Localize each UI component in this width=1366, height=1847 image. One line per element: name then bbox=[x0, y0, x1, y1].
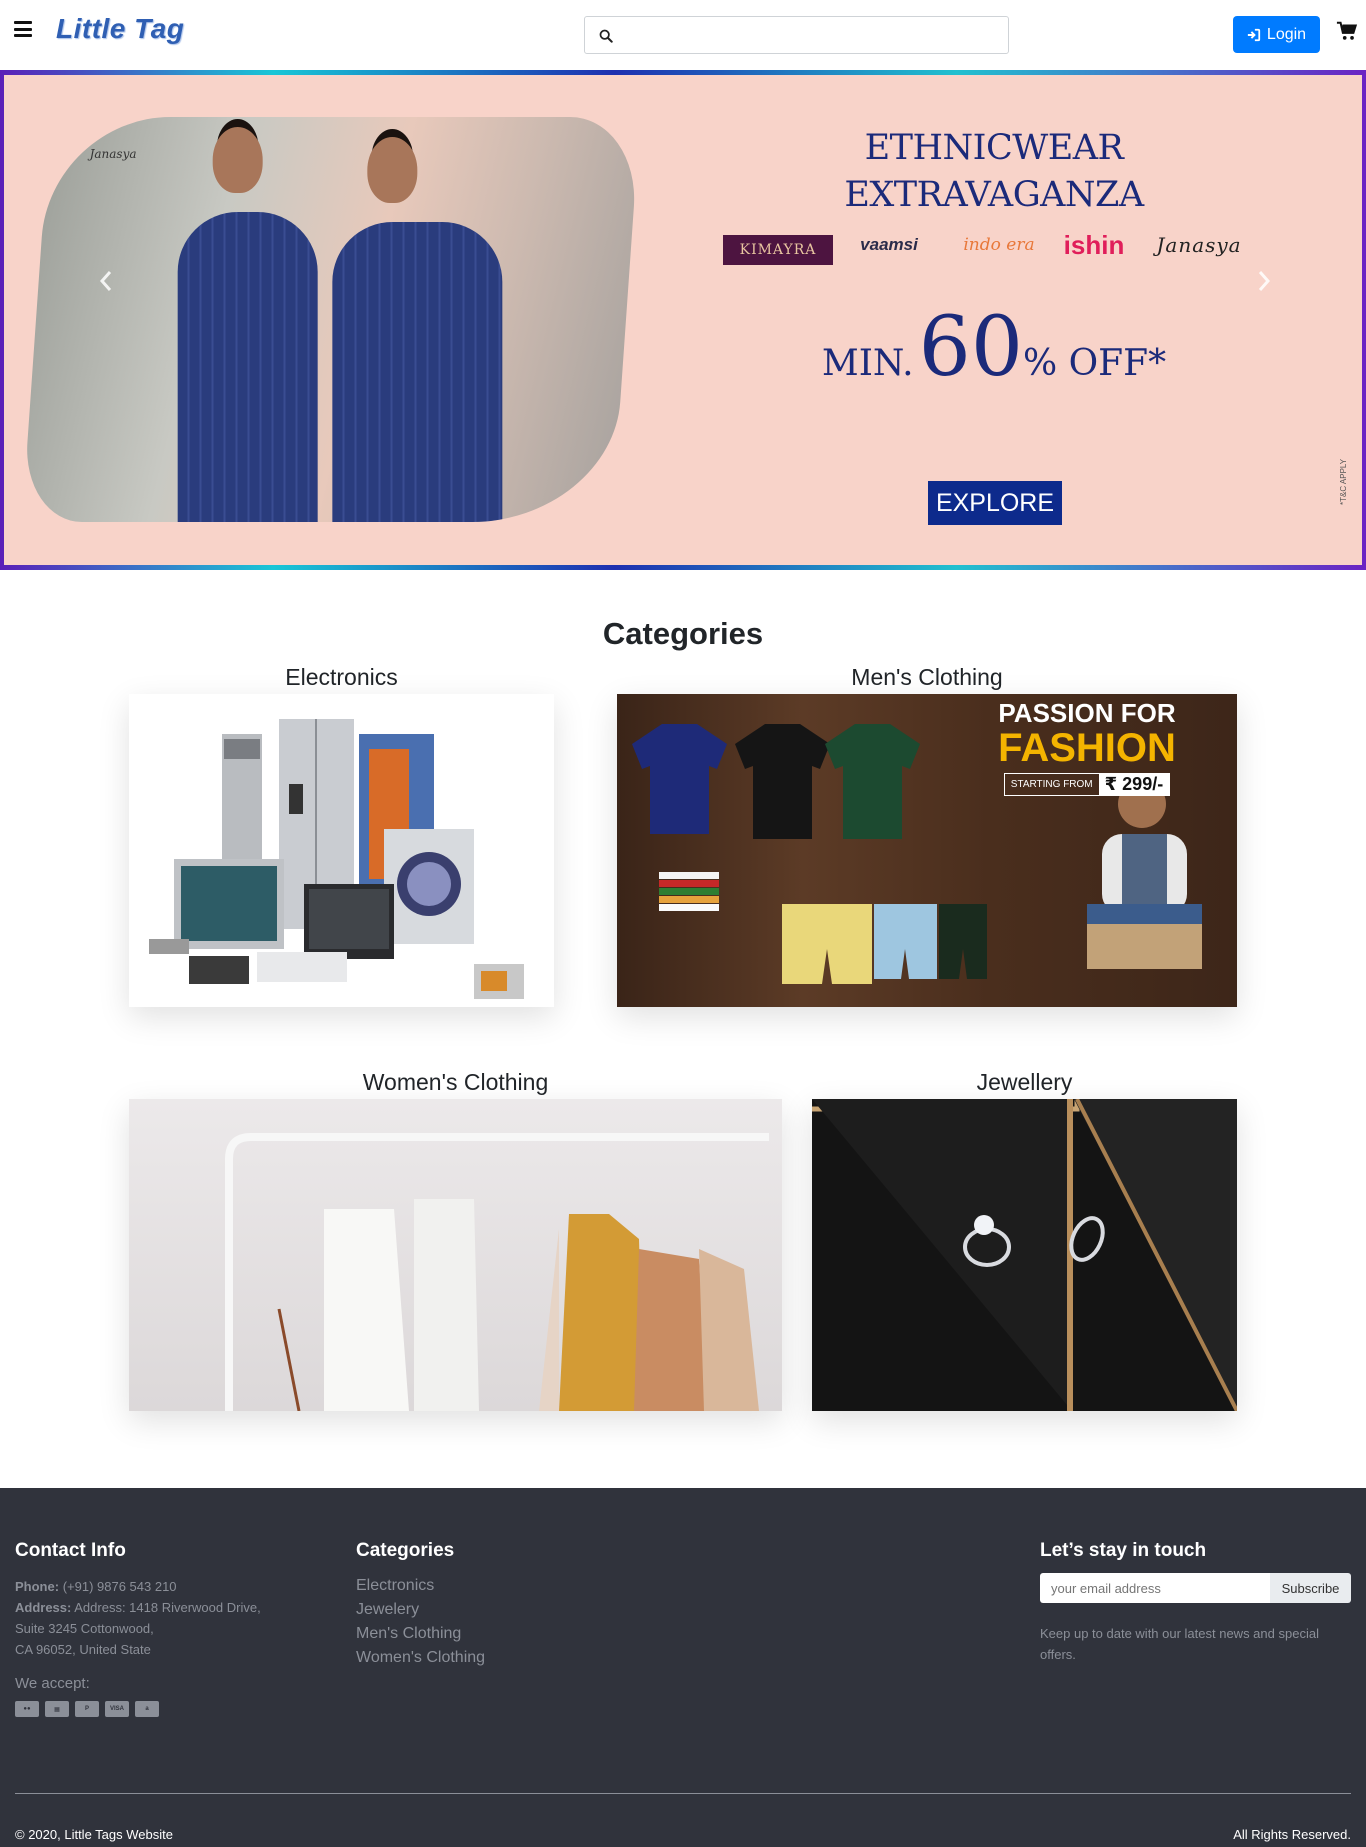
footer-phone: (+91) 9876 543 210 bbox=[62, 1579, 177, 1594]
amazon-icon: a bbox=[135, 1701, 159, 1717]
category-card-electronics[interactable]: Electronics bbox=[129, 660, 554, 1007]
footer-copyright: © 2020, Little Tags Website bbox=[15, 1827, 173, 1842]
footer-categories-heading: Categories bbox=[356, 1540, 455, 1561]
footer-categories-links: Electronics Jewelery Men's Clothing Wome… bbox=[356, 1574, 485, 1670]
hamburger-menu-icon[interactable] bbox=[14, 21, 32, 37]
card-icon: ▦ bbox=[45, 1701, 69, 1717]
search-box bbox=[584, 16, 1009, 54]
search-input[interactable] bbox=[623, 19, 1003, 51]
offer-prefix: MIN. bbox=[821, 343, 914, 384]
search-icon bbox=[599, 29, 613, 43]
mens-promo-line2: FASHION bbox=[998, 726, 1176, 770]
brand-logo-janasya: Janasya bbox=[1156, 233, 1242, 257]
category-card-womens-clothing[interactable]: Women's Clothing bbox=[129, 1065, 782, 1411]
carousel-prev-icon[interactable] bbox=[86, 261, 126, 301]
brand-logo-ishin: ishin bbox=[1063, 229, 1125, 260]
payment-icons: ●● ▦ P VISA a bbox=[15, 1701, 159, 1717]
newsletter-email-input[interactable] bbox=[1040, 1573, 1272, 1603]
newsletter-note: Keep up to date with our latest news and… bbox=[1040, 1626, 1319, 1662]
sign-in-icon bbox=[1247, 28, 1261, 41]
hero-banner[interactable]: Janasya ETHNICWEAR EXTRAVAGANZA KIMAYRA … bbox=[4, 75, 1362, 565]
login-label: Login bbox=[1266, 25, 1307, 43]
hero-model-photo: Janasya bbox=[21, 117, 641, 522]
shopping-cart-icon[interactable] bbox=[1336, 20, 1358, 42]
mens-promo: PASSION FOR FASHION STARTING FROM ₹ 299/… bbox=[947, 698, 1227, 796]
footer-accept-label: We accept: bbox=[15, 1675, 90, 1692]
footer-link-womens-clothing[interactable]: Women's Clothing bbox=[356, 1646, 485, 1670]
footer: Contact Info Phone: (+91) 9876 543 210 A… bbox=[0, 1488, 1366, 1847]
category-label: Jewellery bbox=[976, 1069, 1073, 1095]
mens-promo-price: STARTING FROM ₹ 299/- bbox=[1003, 773, 1171, 796]
category-label: Men's Clothing bbox=[851, 664, 1003, 690]
category-label: Electronics bbox=[285, 664, 398, 690]
brand-logo[interactable]: Little Tag bbox=[56, 13, 184, 45]
categories-heading: Categories bbox=[602, 616, 764, 651]
carousel-next-icon[interactable] bbox=[1244, 261, 1284, 301]
jewellery-image bbox=[812, 1099, 1237, 1411]
hero-title: ETHNICWEAR EXTRAVAGANZA bbox=[774, 125, 1214, 219]
brand-logo-kimayra: KIMAYRA bbox=[723, 235, 833, 265]
footer-rights: All Rights Reserved. bbox=[1233, 1827, 1351, 1842]
womens-clothing-image bbox=[129, 1099, 782, 1411]
offer-suffix: % OFF* bbox=[1023, 343, 1167, 384]
terms-note: *T&C APPLY bbox=[1339, 458, 1348, 505]
mens-promo-line1: PASSION FOR bbox=[998, 698, 1176, 728]
model-figure bbox=[177, 127, 318, 522]
explore-button[interactable]: EXPLORE bbox=[928, 481, 1062, 525]
brand-logo-indo-era: indo era bbox=[963, 235, 1035, 255]
newsletter-form: Subscribe bbox=[1040, 1573, 1351, 1603]
footer-link-jewelery[interactable]: Jewelery bbox=[356, 1598, 485, 1622]
hero-title-line1: ETHNICWEAR bbox=[864, 128, 1124, 168]
footer-link-electronics[interactable]: Electronics bbox=[356, 1574, 485, 1598]
category-label: Women's Clothing bbox=[362, 1069, 549, 1095]
category-card-mens-clothing[interactable]: Men's Clothing PASSION FOR FASHION START… bbox=[617, 660, 1237, 1007]
electronics-image bbox=[129, 694, 554, 1007]
footer-address: Address: 1418 Riverwood Drive, bbox=[74, 1600, 261, 1615]
mastercard-icon: ●● bbox=[15, 1701, 39, 1717]
navbar: Little Tag Login bbox=[0, 0, 1366, 70]
footer-link-mens-clothing[interactable]: Men's Clothing bbox=[356, 1622, 485, 1646]
hero-offer: MIN. 60% OFF* bbox=[774, 300, 1214, 395]
photo-brand-mark: Janasya bbox=[89, 147, 137, 161]
footer-newsletter-heading: Let’s stay in touch bbox=[1040, 1540, 1207, 1561]
category-card-jewellery[interactable]: Jewellery bbox=[812, 1065, 1237, 1411]
hero-title-line2: EXTRAVAGANZA bbox=[844, 175, 1144, 215]
footer-divider bbox=[15, 1793, 1351, 1794]
login-button[interactable]: Login bbox=[1233, 16, 1320, 53]
brand-logo-vaamsi: vaamsi bbox=[860, 235, 918, 254]
visa-icon: VISA bbox=[105, 1701, 129, 1717]
brand-logos-row: KIMAYRA vaamsi indo era ishin Janasya bbox=[719, 225, 1249, 275]
hero-carousel: Janasya ETHNICWEAR EXTRAVAGANZA KIMAYRA … bbox=[0, 70, 1366, 570]
footer-contact-info: Phone: (+91) 9876 543 210 Address: Addre… bbox=[15, 1579, 261, 1657]
subscribe-button[interactable]: Subscribe bbox=[1270, 1573, 1351, 1603]
paypal-icon: P bbox=[75, 1701, 99, 1717]
mens-clothing-image: PASSION FOR FASHION STARTING FROM ₹ 299/… bbox=[617, 694, 1237, 1007]
offer-value: 60 bbox=[918, 300, 1024, 395]
footer-contact-heading: Contact Info bbox=[15, 1540, 126, 1561]
model-figure bbox=[332, 137, 503, 522]
